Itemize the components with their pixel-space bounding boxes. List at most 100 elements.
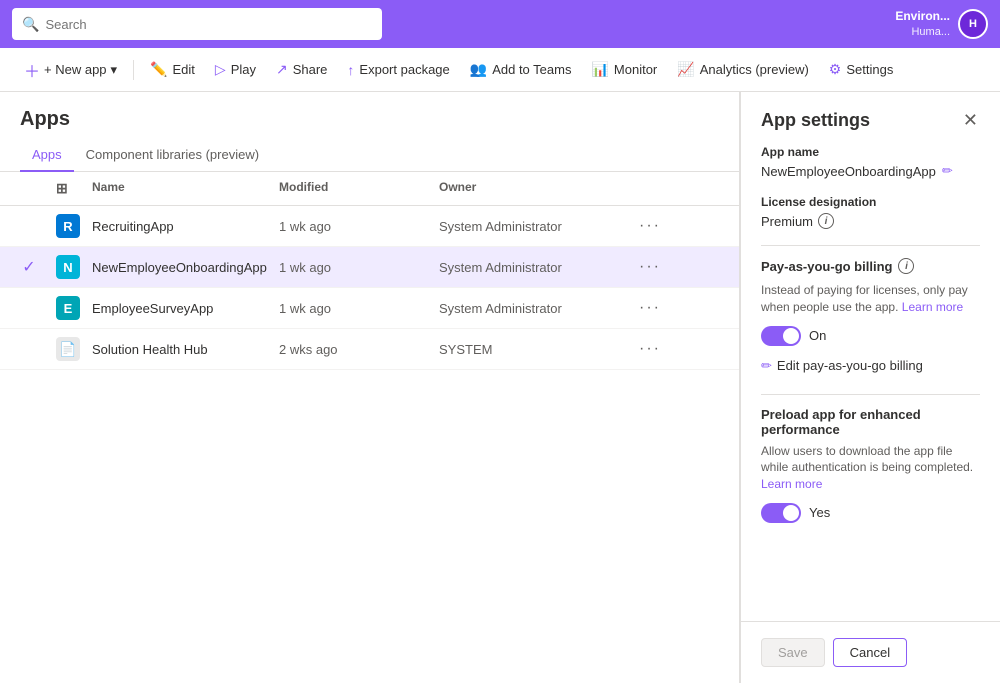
app-icon-cell: E bbox=[56, 296, 92, 320]
col-name-header: Name bbox=[92, 180, 279, 197]
settings-label: Settings bbox=[846, 62, 893, 77]
app-modified: 1 wk ago bbox=[279, 260, 439, 275]
topbar-right: Environ... Huma... H bbox=[895, 9, 988, 39]
app-icon: R bbox=[56, 214, 80, 238]
license-section: License designation Premium i bbox=[761, 195, 980, 229]
app-settings-panel: App settings ✕ App name NewEmployeeOnboa… bbox=[740, 92, 1000, 683]
left-panel: Apps Apps Component libraries (preview) … bbox=[0, 92, 740, 683]
col-actions-header bbox=[639, 180, 719, 197]
tab-apps[interactable]: Apps bbox=[20, 139, 74, 172]
license-label: License designation bbox=[761, 195, 980, 209]
settings-title: App settings bbox=[761, 110, 870, 131]
plus-icon: ＋ bbox=[24, 58, 40, 82]
edit-billing-button[interactable]: ✏ Edit pay-as-you-go billing bbox=[761, 354, 923, 378]
preload-toggle-label: Yes bbox=[809, 505, 830, 520]
billing-header: Pay-as-you-go billing i bbox=[761, 258, 980, 274]
info-icon[interactable]: i bbox=[818, 213, 834, 229]
edit-button[interactable]: ✏️ Edit bbox=[142, 56, 203, 83]
edit-label: Edit bbox=[173, 62, 195, 77]
app-modified: 1 wk ago bbox=[279, 301, 439, 316]
add-to-teams-button[interactable]: 👥 Add to Teams bbox=[462, 56, 580, 83]
topbar: 🔍 Environ... Huma... H bbox=[0, 0, 1000, 48]
export-icon: ↑ bbox=[347, 62, 354, 78]
export-button[interactable]: ↑ Export package bbox=[339, 57, 457, 83]
play-button[interactable]: ▷ Play bbox=[207, 56, 264, 83]
billing-learn-more-link[interactable]: Learn more bbox=[902, 300, 963, 314]
settings-button[interactable]: ⚙ Settings bbox=[821, 56, 902, 83]
more-options-button[interactable]: ··· bbox=[639, 340, 719, 358]
billing-info-icon[interactable]: i bbox=[898, 258, 914, 274]
app-icon-cell: 📄 bbox=[56, 337, 92, 361]
preload-desc-text: Allow users to download the app file whi… bbox=[761, 444, 973, 475]
app-owner: System Administrator bbox=[439, 219, 639, 234]
table-row[interactable]: R RecruitingApp 1 wk ago System Administ… bbox=[0, 206, 739, 247]
preload-toggle[interactable] bbox=[761, 503, 801, 523]
row-checkbox[interactable] bbox=[20, 340, 38, 358]
close-button[interactable]: ✕ bbox=[961, 108, 980, 133]
env-user: Huma... bbox=[895, 25, 950, 39]
billing-toggle-row: On bbox=[761, 326, 980, 346]
more-options-button[interactable]: ··· bbox=[639, 258, 719, 276]
more-options-button[interactable]: ··· bbox=[639, 217, 719, 235]
new-app-button[interactable]: ＋ + New app ▾ bbox=[16, 53, 125, 87]
row-checkbox[interactable] bbox=[20, 299, 38, 317]
settings-header: App settings ✕ bbox=[741, 92, 1000, 145]
more-options-button[interactable]: ··· bbox=[639, 299, 719, 317]
search-input[interactable] bbox=[45, 17, 372, 32]
table-container: ⊞ Name Modified Owner R RecruitingApp 1 … bbox=[0, 172, 739, 370]
share-label: Share bbox=[293, 62, 328, 77]
env-info: Environ... Huma... bbox=[895, 9, 950, 39]
tab-component-libraries[interactable]: Component libraries (preview) bbox=[74, 139, 271, 172]
billing-desc: Instead of paying for licenses, only pay… bbox=[761, 282, 980, 316]
search-icon: 🔍 bbox=[22, 16, 39, 33]
table-row[interactable]: 📄 Solution Health Hub 2 wks ago SYSTEM ·… bbox=[0, 329, 739, 370]
app-owner: System Administrator bbox=[439, 260, 639, 275]
share-button[interactable]: ↗ Share bbox=[268, 56, 335, 83]
billing-toggle-label: On bbox=[809, 328, 826, 343]
play-icon: ▷ bbox=[215, 61, 226, 78]
app-modified: 1 wk ago bbox=[279, 219, 439, 234]
settings-body: App name NewEmployeeOnboardingApp ✏ Lice… bbox=[741, 145, 1000, 621]
table-header: ⊞ Name Modified Owner bbox=[0, 172, 739, 206]
new-app-label: + New app bbox=[44, 62, 107, 77]
teams-icon: 👥 bbox=[470, 61, 487, 78]
cancel-button[interactable]: Cancel bbox=[833, 638, 907, 667]
app-icon: 📄 bbox=[56, 337, 80, 361]
toolbar: ＋ + New app ▾ ✏️ Edit ▷ Play ↗ Share ↑ E… bbox=[0, 48, 1000, 92]
app-name: Solution Health Hub bbox=[92, 342, 279, 357]
add-teams-label: Add to Teams bbox=[492, 62, 571, 77]
avatar[interactable]: H bbox=[958, 9, 988, 39]
app-modified: 2 wks ago bbox=[279, 342, 439, 357]
col-icon-header: ⊞ bbox=[56, 180, 92, 197]
preload-desc: Allow users to download the app file whi… bbox=[761, 443, 980, 493]
row-checkbox[interactable]: ✓ bbox=[20, 258, 38, 276]
app-icon-cell: R bbox=[56, 214, 92, 238]
analytics-label: Analytics (preview) bbox=[700, 62, 809, 77]
billing-toggle[interactable] bbox=[761, 326, 801, 346]
app-icon: E bbox=[56, 296, 80, 320]
col-check-header bbox=[20, 180, 56, 197]
row-checkbox[interactable] bbox=[20, 217, 38, 235]
play-label: Play bbox=[231, 62, 256, 77]
table-row[interactable]: E EmployeeSurveyApp 1 wk ago System Admi… bbox=[0, 288, 739, 329]
app-name-label: App name bbox=[761, 145, 980, 159]
main-layout: Apps Apps Component libraries (preview) … bbox=[0, 92, 1000, 683]
monitor-button[interactable]: 📊 Monitor bbox=[583, 56, 665, 83]
app-name: NewEmployeeOnboardingApp bbox=[92, 260, 279, 275]
monitor-label: Monitor bbox=[614, 62, 657, 77]
save-button[interactable]: Save bbox=[761, 638, 825, 667]
settings-icon: ⚙ bbox=[829, 61, 842, 78]
monitor-icon: 📊 bbox=[591, 61, 608, 78]
preload-learn-more-link[interactable]: Learn more bbox=[761, 477, 822, 491]
checkmark-icon: ✓ bbox=[22, 257, 35, 277]
chevron-down-icon: ▾ bbox=[111, 62, 118, 78]
search-box[interactable]: 🔍 bbox=[12, 8, 382, 40]
edit-name-icon[interactable]: ✏ bbox=[942, 163, 953, 179]
table-row[interactable]: ✓ N NewEmployeeOnboardingApp 1 wk ago Sy… bbox=[0, 247, 739, 288]
edit-icon: ✏️ bbox=[150, 61, 167, 78]
col-modified-header: Modified bbox=[279, 180, 439, 197]
app-name: RecruitingApp bbox=[92, 219, 279, 234]
analytics-button[interactable]: 📈 Analytics (preview) bbox=[669, 56, 817, 83]
divider-1 bbox=[761, 245, 980, 246]
app-icon: N bbox=[56, 255, 80, 279]
